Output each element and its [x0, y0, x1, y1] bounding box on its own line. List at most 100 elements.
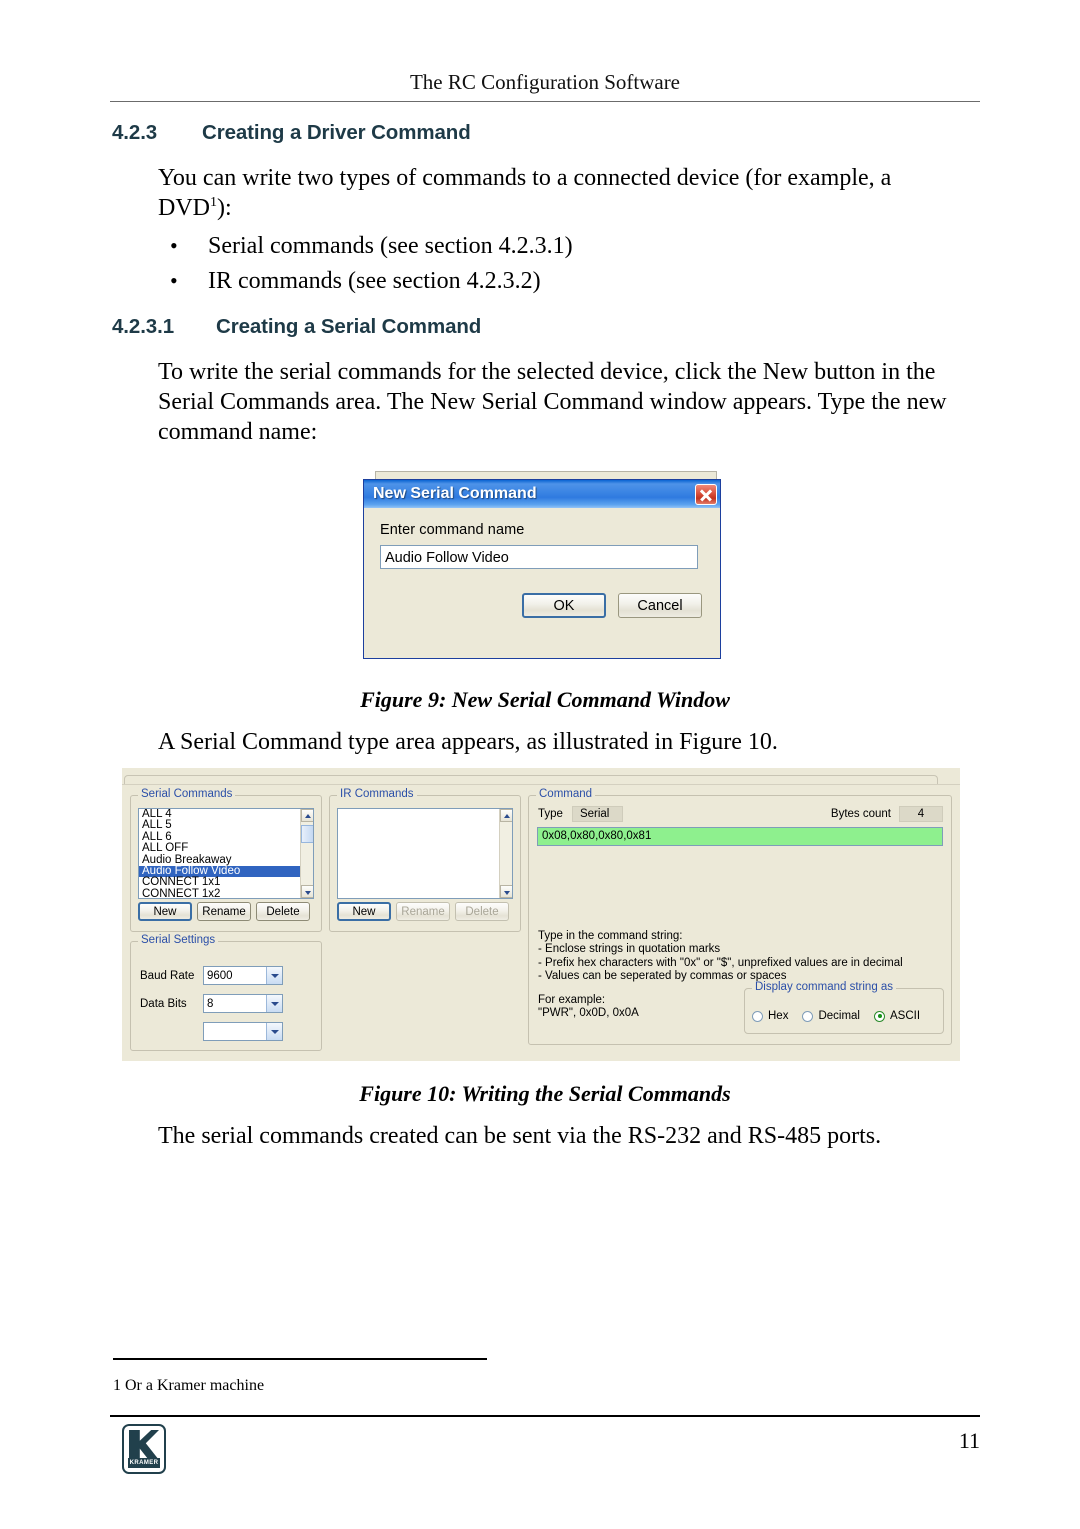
- serial-commands-legend: Serial Commands: [138, 788, 236, 800]
- close-icon[interactable]: [695, 483, 717, 505]
- ir-commands-listbox[interactable]: [337, 808, 513, 899]
- ir-commands-legend: IR Commands: [337, 788, 417, 800]
- radio-hex-label: Hex: [768, 1010, 789, 1022]
- radio-ascii-label: ASCII: [890, 1010, 921, 1022]
- paragraph-closing: The serial commands created can be sent …: [158, 1123, 882, 1149]
- third-setting-combo[interactable]: [203, 1022, 283, 1041]
- ir-new-button[interactable]: New: [337, 902, 391, 921]
- bullet-label: IR commands (see section 4.2.3.2): [208, 268, 541, 294]
- radio-icon: [752, 1010, 763, 1022]
- ok-button[interactable]: OK: [522, 593, 606, 618]
- display-format-group: Display command string as Hex Decimal AS…: [744, 981, 944, 1034]
- dialog-body: Enter command name OK Cancel: [364, 508, 720, 618]
- bullet-dot-icon: •: [170, 233, 178, 258]
- baud-rate-row: Baud Rate 9600: [140, 966, 283, 985]
- running-header: The RC Configuration Software: [409, 70, 681, 94]
- data-bits-combo[interactable]: 8: [203, 994, 283, 1013]
- scroll-up-icon[interactable]: [301, 809, 313, 822]
- cancel-button[interactable]: Cancel: [618, 593, 702, 618]
- bytes-count-label: Bytes count: [830, 808, 891, 820]
- display-format-options: Hex Decimal ASCII: [752, 1010, 920, 1022]
- command-name-input[interactable]: [380, 545, 698, 569]
- serial-commands-listbox[interactable]: ALL 4 ALL 5 ALL 6 ALL OFF Audio Breakawa…: [138, 808, 314, 899]
- command-group: Command Type Serial Bytes count 4 0x08,0…: [528, 788, 952, 1045]
- paragraph-intro-tail: ):: [217, 195, 232, 221]
- command-legend: Command: [536, 788, 596, 800]
- bytes-count-group: Bytes count 4: [831, 806, 943, 822]
- paragraph-serial-instructions: To write the serial commands for the sel…: [158, 359, 947, 445]
- app-tab-strip: [122, 768, 960, 785]
- serial-new-button[interactable]: New: [138, 902, 192, 921]
- heading-number: 4.2.3.1: [112, 315, 174, 338]
- ir-rename-button: Rename: [396, 902, 450, 921]
- serial-settings-legend: Serial Settings: [138, 934, 219, 946]
- bytes-count-value: 4: [899, 806, 943, 822]
- heading-4-2-3-1: 4.2.3.1 Creating a Serial Command: [112, 315, 481, 339]
- chevron-down-icon[interactable]: [266, 967, 282, 984]
- help-line: - Enclose strings in quotation marks: [538, 943, 721, 956]
- example-line: For example:: [538, 994, 606, 1006]
- paragraph-serial-area: A Serial Command type area appears, as i…: [158, 729, 778, 755]
- command-type-row: Type Serial Bytes count 4: [538, 806, 943, 822]
- help-line: Type in the command string:: [538, 930, 683, 942]
- command-name-label: Enter command name: [380, 522, 525, 538]
- chevron-down-icon[interactable]: [266, 1023, 282, 1040]
- chevron-down-icon[interactable]: [266, 995, 282, 1012]
- ir-delete-button: Delete: [455, 902, 509, 921]
- data-bits-row: Data Bits 8: [140, 994, 283, 1013]
- serial-settings-group: Serial Settings Baud Rate 9600 Data Bits…: [130, 934, 322, 1051]
- new-serial-command-dialog: New Serial Command Enter command name OK…: [363, 479, 721, 659]
- display-format-legend: Display command string as: [752, 981, 897, 993]
- radio-ascii[interactable]: ASCII: [874, 1010, 920, 1022]
- figure-9-image: New Serial Command Enter command name OK…: [363, 471, 725, 666]
- figure-10-caption: Figure 10: Writing the Serial Commands: [359, 1081, 731, 1106]
- radio-icon: [802, 1010, 814, 1022]
- footnote-marker: 1: [210, 195, 217, 210]
- page-number: 11: [958, 1428, 980, 1453]
- command-example-text: For example: "PWR", 0x0D, 0x0A: [538, 994, 639, 1021]
- bullet-dot-icon: •: [170, 268, 178, 293]
- list-item[interactable]: CONNECT 1x2: [139, 888, 313, 898]
- paragraph-intro: You can write two types of commands to a…: [158, 163, 968, 223]
- scroll-down-icon[interactable]: [500, 885, 512, 898]
- serial-rename-button[interactable]: Rename: [197, 902, 251, 921]
- dialog-button-row: OK Cancel: [380, 593, 704, 618]
- data-bits-label: Data Bits: [140, 997, 187, 1010]
- scroll-down-icon[interactable]: [301, 885, 313, 898]
- radio-hex[interactable]: Hex: [752, 1010, 788, 1022]
- dialog-title: New Serial Command: [373, 485, 537, 502]
- serial-commands-scrollbar[interactable]: [300, 809, 313, 898]
- figure-10-image: Serial Commands ALL 4 ALL 5 ALL 6 ALL OF…: [122, 768, 960, 1061]
- scrollbar-thumb[interactable]: [301, 825, 313, 843]
- bullet-serial-commands: • Serial commands (see section 4.2.3.1): [170, 231, 573, 261]
- kramer-k-icon: [129, 1430, 159, 1460]
- paragraph-intro-text: You can write two types of commands to a…: [158, 165, 892, 221]
- serial-commands-group: Serial Commands ALL 4 ALL 5 ALL 6 ALL OF…: [130, 788, 322, 932]
- radio-icon-selected: [874, 1010, 885, 1022]
- radio-decimal[interactable]: Decimal: [802, 1010, 860, 1022]
- list-item[interactable]: ALL OFF: [139, 842, 313, 854]
- dialog-title-bar: New Serial Command: [364, 480, 720, 508]
- heading-text: Creating a Driver Command: [202, 121, 471, 144]
- scroll-up-icon[interactable]: [500, 809, 512, 822]
- baud-rate-combo[interactable]: 9600: [203, 966, 283, 985]
- bullet-label: Serial commands (see section 4.2.3.1): [208, 233, 573, 259]
- ir-commands-scrollbar[interactable]: [499, 809, 512, 898]
- bullet-ir-commands: • IR commands (see section 4.2.3.2): [170, 266, 541, 296]
- third-setting-row: [140, 1022, 283, 1041]
- header-divider: [110, 101, 980, 102]
- command-string-input[interactable]: 0x08,0x80,0x80,0x81: [537, 827, 943, 846]
- figure-9-caption: Figure 9: New Serial Command Window: [360, 687, 730, 712]
- command-type-label: Type: [538, 808, 563, 820]
- serial-delete-button[interactable]: Delete: [256, 902, 310, 921]
- footnote-text: 1 Or a Kramer machine: [113, 1377, 265, 1394]
- footer-divider: [110, 1415, 980, 1417]
- command-help-text: Type in the command string: - Enclose st…: [538, 930, 903, 984]
- heading-number: 4.2.3: [112, 121, 158, 144]
- heading-4-2-3: 4.2.3 Creating a Driver Command: [112, 121, 471, 145]
- baud-rate-label: Baud Rate: [140, 969, 195, 982]
- kramer-logo: KRAMER: [122, 1424, 166, 1474]
- radio-decimal-label: Decimal: [818, 1010, 860, 1022]
- example-line: "PWR", 0x0D, 0x0A: [538, 1007, 639, 1020]
- serial-commands-button-row: New Rename Delete: [138, 902, 310, 921]
